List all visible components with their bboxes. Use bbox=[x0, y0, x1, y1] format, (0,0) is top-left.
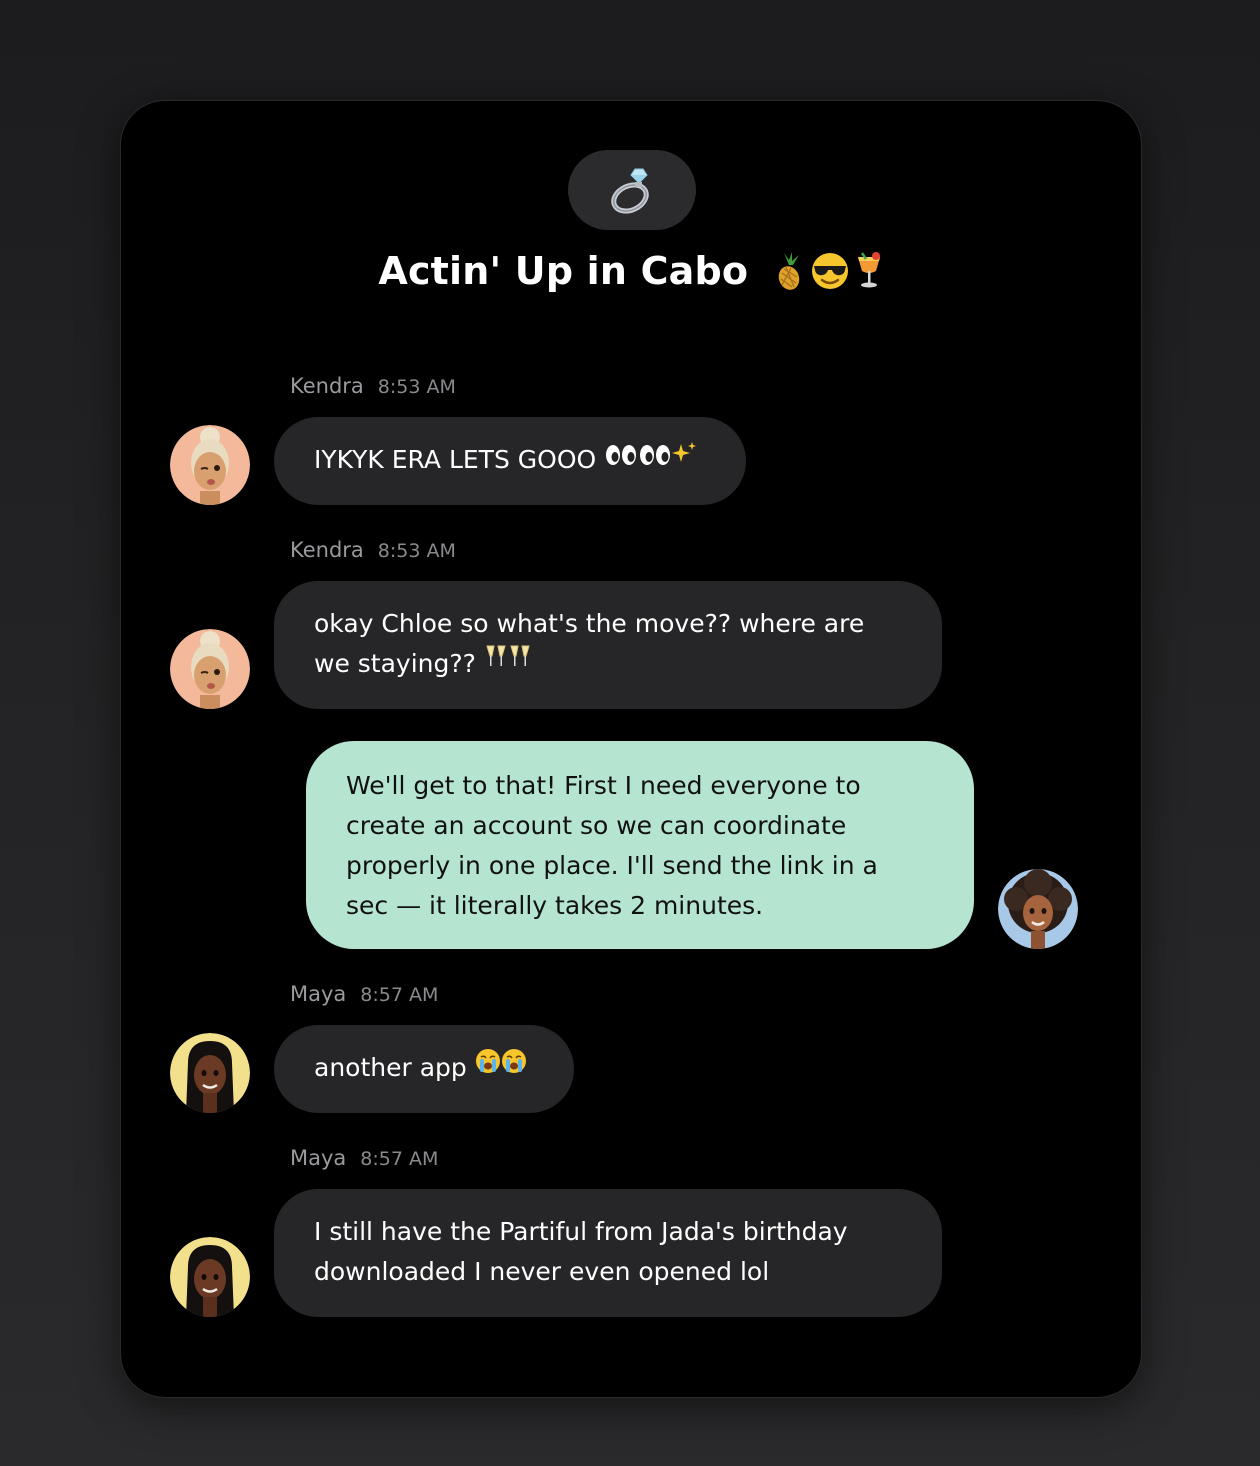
champagne-glasses-emoji bbox=[510, 645, 530, 666]
kendra-memoji-icon bbox=[170, 629, 250, 709]
sparkles-emoji bbox=[672, 442, 697, 462]
avatar-kendra[interactable] bbox=[170, 425, 250, 505]
eyes-emoji bbox=[606, 445, 637, 465]
eyes-emoji bbox=[640, 445, 671, 465]
outgoing-message-bubble[interactable]: We'll get to that! First I need everyone… bbox=[306, 741, 974, 949]
group-title-emojis bbox=[772, 251, 884, 291]
group-chat-card: Actin' Up in Cabo Kendra 8:53 AM IYKYK E… bbox=[121, 101, 1141, 1397]
tropical-drink-emoji bbox=[857, 251, 880, 287]
avatar-maya[interactable] bbox=[170, 1237, 250, 1317]
message-meta: Kendra 8:53 AM bbox=[290, 374, 456, 398]
message-time: 8:53 AM bbox=[377, 540, 456, 562]
message-text-line: I still have the Partiful from Jada's bi… bbox=[314, 1217, 848, 1246]
message-text: IYKYK ERA LETS GOOO bbox=[314, 445, 597, 474]
group-title-text: Actin' Up in Cabo bbox=[378, 249, 749, 293]
ring-icon bbox=[611, 168, 649, 214]
message-meta: Maya 8:57 AM bbox=[290, 1146, 438, 1170]
message-time: 8:57 AM bbox=[360, 1148, 439, 1170]
message-text-line: downloaded I never even opened lol bbox=[314, 1257, 770, 1286]
message-text-line: We'll get to that! First I need everyone… bbox=[346, 771, 861, 800]
sender-name: Kendra bbox=[290, 538, 364, 562]
message-time: 8:53 AM bbox=[377, 376, 456, 398]
message-emojis bbox=[484, 642, 532, 682]
message-bubble[interactable]: okay Chloe so what's the move?? where ar… bbox=[274, 581, 942, 709]
message-text-line: okay Chloe so what's the move?? where ar… bbox=[314, 609, 865, 638]
avatar-maya[interactable] bbox=[170, 1033, 250, 1113]
message-bubble[interactable]: another app bbox=[274, 1025, 574, 1113]
message-text-line: properly in one place. I'll send the lin… bbox=[346, 851, 878, 880]
group-icon-pill[interactable] bbox=[568, 150, 696, 230]
message-time: 8:57 AM bbox=[360, 984, 439, 1006]
sender-name: Kendra bbox=[290, 374, 364, 398]
maya-memoji-icon bbox=[170, 1033, 250, 1113]
message-emojis bbox=[604, 438, 698, 478]
champagne-glasses-emoji bbox=[486, 645, 506, 666]
avatar-self[interactable] bbox=[998, 869, 1078, 949]
group-title: Actin' Up in Cabo bbox=[121, 249, 1141, 294]
message-text-line: create an account so we can coordinate bbox=[346, 811, 847, 840]
message-text-line: sec — it literally takes 2 minutes. bbox=[346, 891, 764, 920]
avatar-kendra[interactable] bbox=[170, 629, 250, 709]
message-text: another app bbox=[314, 1053, 467, 1082]
message-bubble[interactable]: I still have the Partiful from Jada's bi… bbox=[274, 1189, 942, 1317]
loudly-crying-face-emoji bbox=[501, 1049, 526, 1073]
message-bubble[interactable]: IYKYK ERA LETS GOOO bbox=[274, 417, 746, 505]
message-meta: Kendra 8:53 AM bbox=[290, 538, 456, 562]
message-meta: Maya 8:57 AM bbox=[290, 982, 438, 1006]
message-text-line-wrap: we staying?? bbox=[314, 644, 902, 685]
loudly-crying-face-emoji bbox=[475, 1049, 500, 1073]
message-text-line: we staying?? bbox=[314, 649, 476, 678]
kendra-memoji-icon bbox=[170, 425, 250, 505]
self-memoji-icon bbox=[998, 869, 1078, 949]
sender-name: Maya bbox=[290, 1146, 347, 1170]
maya-memoji-icon bbox=[170, 1237, 250, 1317]
message-emojis bbox=[475, 1046, 527, 1086]
pineapple-emoji bbox=[778, 251, 799, 290]
sunglasses-face-emoji bbox=[811, 252, 848, 289]
sender-name: Maya bbox=[290, 982, 347, 1006]
